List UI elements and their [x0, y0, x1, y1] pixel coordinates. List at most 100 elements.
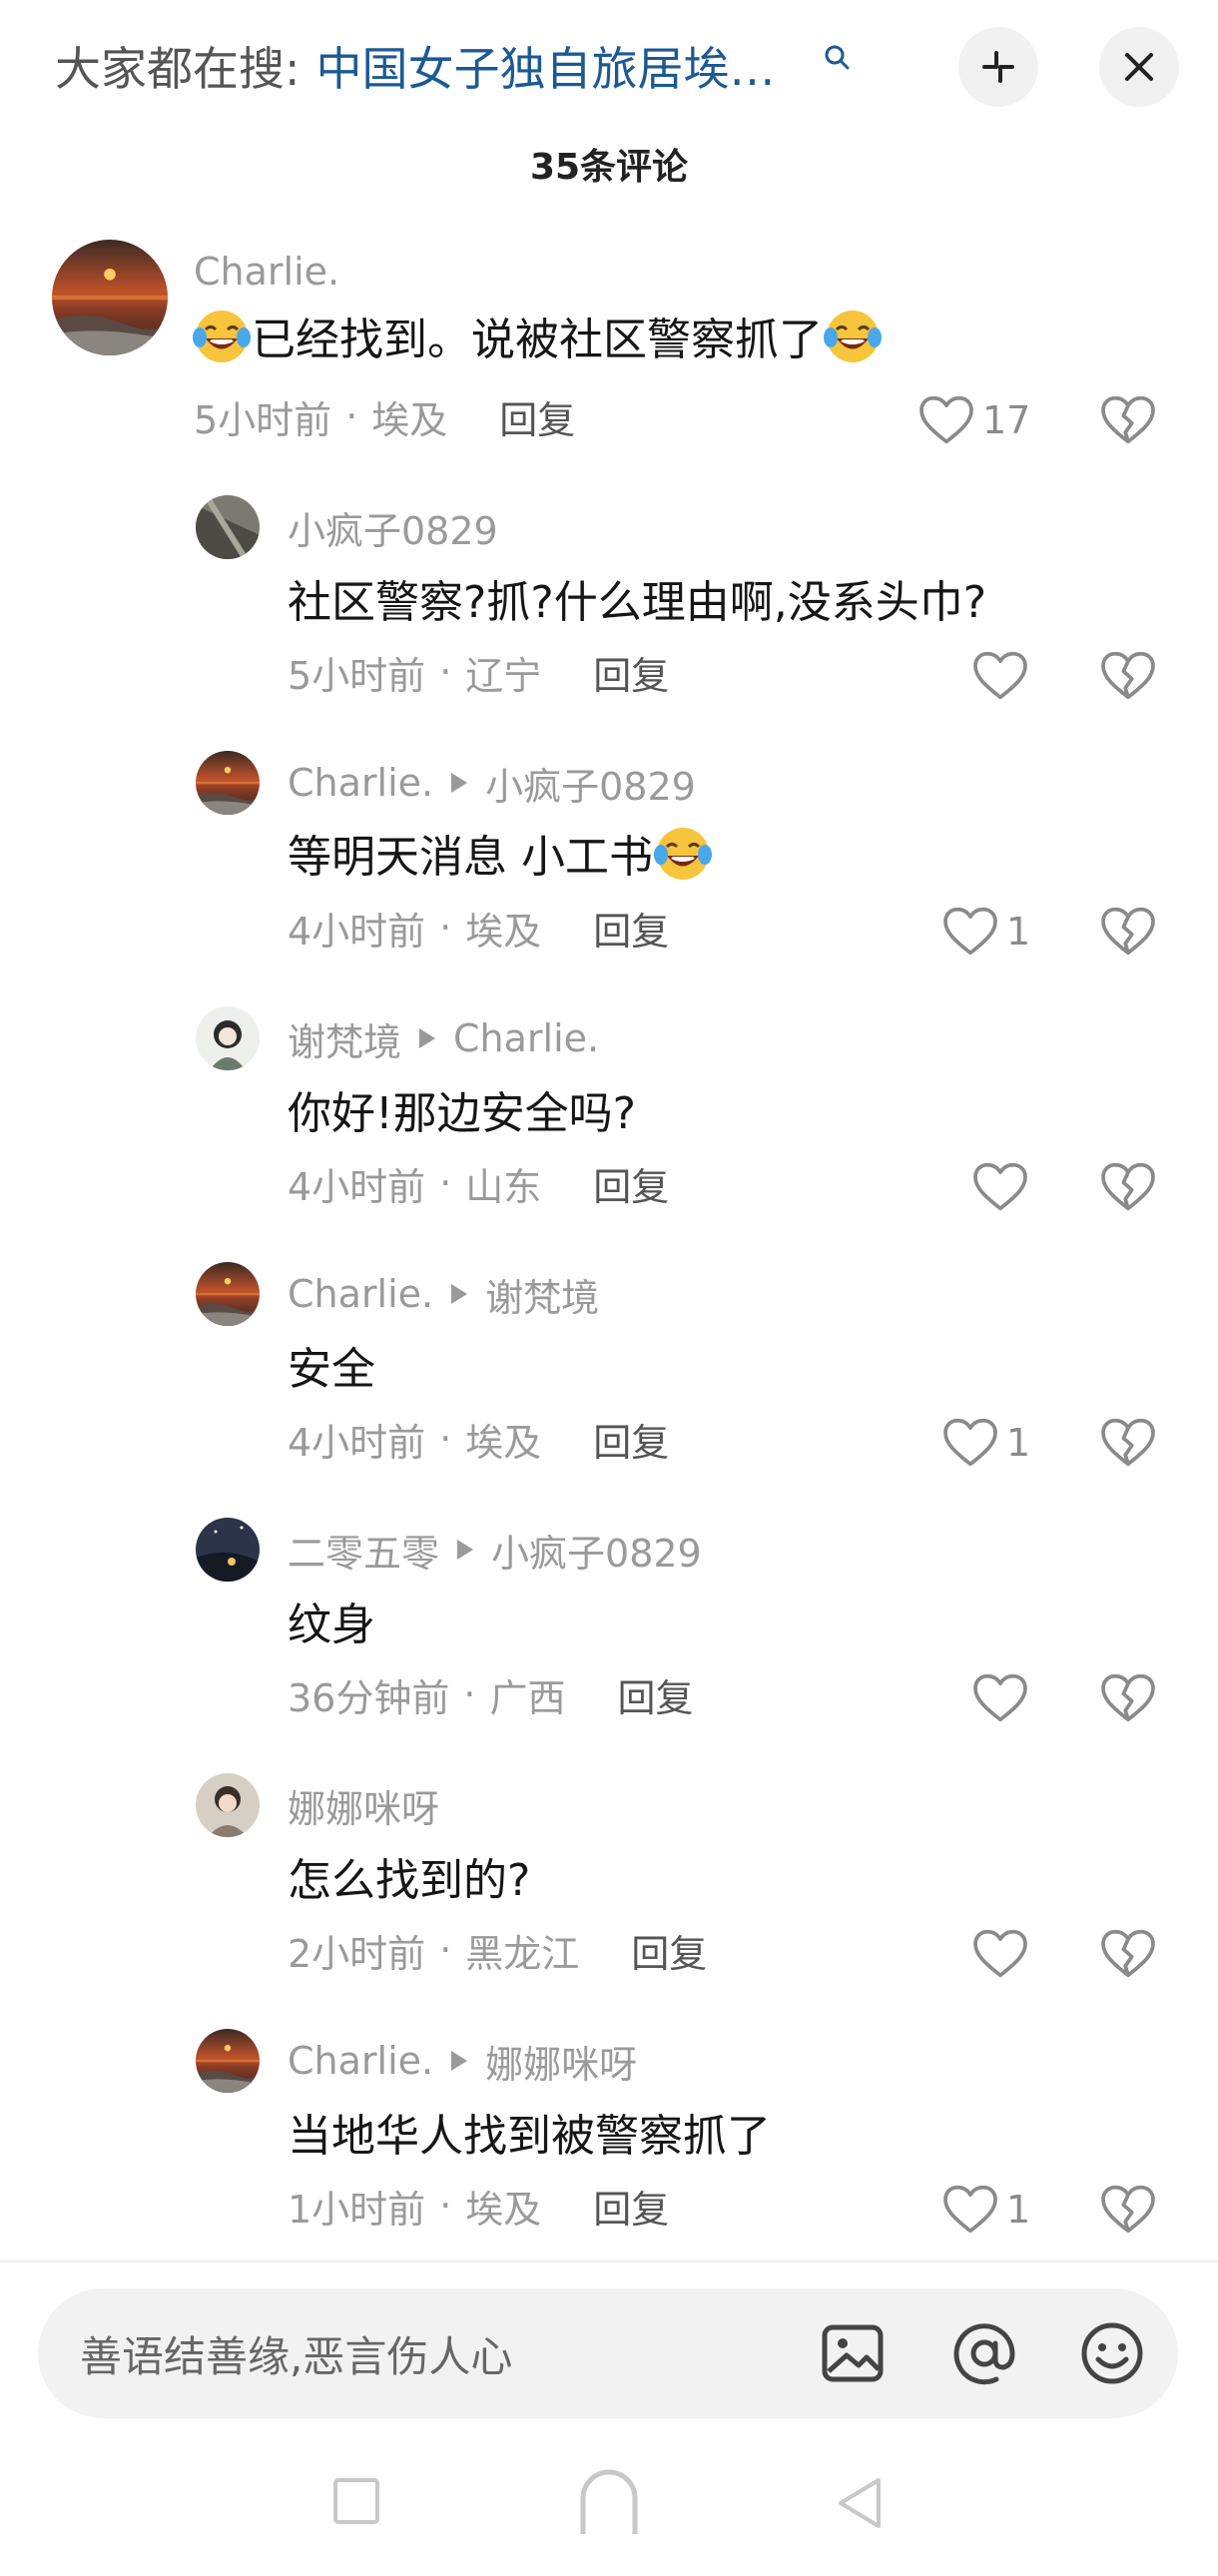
heart-icon — [972, 1673, 1028, 1723]
avatar[interactable] — [196, 1518, 260, 1582]
like-count: 1 — [1006, 2188, 1031, 2232]
reply-arrow-icon — [419, 1028, 436, 1048]
close-button[interactable] — [1099, 27, 1179, 107]
comment-text-content: 怎么找到的? — [288, 1855, 531, 1906]
meta-dot: · — [345, 394, 358, 438]
meta-dot: · — [463, 1672, 476, 1716]
dislike-heart-icon[interactable] — [1100, 651, 1156, 701]
comment-time: 4小时前 — [288, 1164, 426, 1209]
comment-username[interactable]: Charlie. — [288, 2039, 433, 2083]
emoji-icon[interactable] — [1078, 2319, 1146, 2387]
reply-to-username[interactable]: Charlie. — [453, 1016, 599, 1060]
comment-time: 36分钟前 — [288, 1675, 450, 1720]
avatar[interactable] — [196, 1006, 260, 1070]
comment-location: 埃及 — [371, 397, 448, 442]
like-button[interactable]: 17 — [918, 395, 1030, 445]
avatar[interactable] — [196, 751, 260, 815]
comment-username[interactable]: 谢梵境 — [288, 1011, 401, 1066]
meta-dot: · — [439, 906, 452, 950]
reply-button[interactable]: 回复 — [617, 1667, 693, 1722]
reply-button[interactable]: 回复 — [499, 389, 575, 444]
avatar[interactable] — [196, 495, 260, 559]
reply-button[interactable]: 回复 — [593, 2179, 669, 2234]
avatar[interactable] — [52, 240, 168, 355]
reply-button[interactable]: 回复 — [631, 1923, 707, 1978]
image-icon[interactable] — [819, 2319, 887, 2387]
comment-meta: 5小时前 · 辽宁 回复 — [288, 645, 669, 700]
comment-text: 当地华人找到被警察抓了 — [288, 2101, 771, 2163]
reply-button[interactable]: 回复 — [593, 901, 669, 956]
reply-button[interactable]: 回复 — [593, 1412, 669, 1467]
comment-text: 社区警察?抓?什么理由啊,没系头巾? — [288, 567, 986, 629]
comment-time: 5小时前 — [194, 397, 332, 442]
like-button[interactable]: 1 — [942, 2185, 1030, 2235]
heart-icon — [942, 2185, 998, 2235]
comment-location: 辽宁 — [465, 653, 542, 698]
trending-search-link[interactable]: 大家都在搜: 中国女子独自旅居埃… — [55, 36, 776, 96]
close-icon — [1125, 53, 1153, 81]
comment-text: 你好!那边安全吗? — [288, 1078, 636, 1140]
reply-arrow-icon — [451, 1284, 468, 1304]
comment-input[interactable]: 善语结善缘,恶言伤人心 — [80, 2288, 512, 2418]
comment-input-bar[interactable]: 善语结善缘,恶言伤人心 — [38, 2288, 1178, 2418]
dislike-heart-icon[interactable] — [1100, 907, 1156, 957]
dislike-heart-icon[interactable] — [1100, 1929, 1156, 1979]
comment-meta: 4小时前 · 埃及 回复 — [288, 1412, 669, 1467]
reply-to-username[interactable]: 娜娜咪呀 — [485, 2034, 637, 2089]
reply-button[interactable]: 回复 — [593, 1156, 669, 1211]
reply-to-username[interactable]: 谢梵境 — [485, 1267, 599, 1322]
comment-username[interactable]: 二零五零 — [288, 1523, 439, 1578]
like-button[interactable] — [972, 1929, 1036, 1979]
comment-time: 4小时前 — [288, 1420, 426, 1465]
comment-username[interactable]: Charlie. — [288, 1272, 433, 1316]
reply-arrow-icon — [457, 1540, 474, 1560]
home-icon[interactable] — [577, 2468, 641, 2534]
reply-button[interactable]: 回复 — [593, 645, 669, 700]
comment-count-title: 35条评论 — [529, 147, 689, 188]
like-count: 1 — [1006, 910, 1031, 954]
comment-username[interactable]: 娜娜咪呀 — [288, 1778, 439, 1833]
comment-text-content: 社区警察?抓?什么理由啊,没系头巾? — [288, 577, 987, 628]
comment-user-line: Charlie. 小疯子0829 — [288, 759, 696, 809]
like-button[interactable] — [972, 1673, 1036, 1723]
trending-search-prefix: 大家都在搜: — [55, 42, 301, 96]
dislike-heart-icon[interactable] — [1100, 2185, 1156, 2235]
like-button[interactable] — [972, 651, 1036, 701]
like-button[interactable]: 1 — [942, 1418, 1030, 1468]
comment-username[interactable]: 小疯子0829 — [288, 500, 498, 555]
recent-apps-icon[interactable] — [331, 2476, 381, 2526]
like-button[interactable] — [972, 1162, 1036, 1212]
reply-arrow-icon — [451, 2051, 468, 2071]
reply-to-username[interactable]: 小疯子0829 — [491, 1523, 702, 1578]
comment-text-content: 当地华人找到被警察抓了 — [288, 2111, 771, 2162]
dislike-heart-icon[interactable] — [1100, 395, 1156, 445]
at-mention-icon[interactable] — [950, 2319, 1018, 2387]
comment-text: 纹身 — [288, 1590, 375, 1651]
dislike-heart-icon[interactable] — [1100, 1162, 1156, 1212]
avatar[interactable] — [196, 2029, 260, 2093]
comment-text: 已经找到。说被社区警察抓了 — [192, 302, 883, 369]
comment-location: 广西 — [489, 1675, 566, 1720]
heart-icon — [972, 1929, 1028, 1979]
comment-user-line: 二零五零 小疯子0829 — [288, 1526, 702, 1576]
comment-username[interactable]: Charlie. — [288, 761, 433, 805]
dislike-heart-icon[interactable] — [1100, 1418, 1156, 1468]
comment-location: 黑龙江 — [465, 1931, 580, 1976]
comment-user-line: Charlie. — [194, 248, 339, 296]
comment-username[interactable]: Charlie. — [194, 250, 339, 294]
dislike-heart-icon[interactable] — [1100, 1673, 1156, 1723]
comment-text-content: 安全 — [288, 1344, 375, 1395]
comment-time: 4小时前 — [288, 909, 426, 954]
comment-text-content: 等明天消息 小工书 — [288, 832, 653, 883]
avatar[interactable] — [196, 1262, 260, 1326]
reply-to-username[interactable]: 小疯子0829 — [485, 756, 696, 811]
comment-user-line: 小疯子0829 — [288, 503, 498, 553]
like-button[interactable]: 1 — [942, 907, 1030, 957]
laugh-cry-emoji-icon — [192, 306, 252, 365]
heart-icon — [942, 907, 998, 957]
collapse-button[interactable] — [958, 27, 1038, 107]
avatar[interactable] — [196, 1773, 260, 1837]
comment-text-content: 已经找到。说被社区警察抓了 — [252, 315, 823, 365]
trending-search-query[interactable]: 中国女子独自旅居埃… — [316, 33, 776, 99]
back-icon[interactable] — [835, 2476, 885, 2530]
